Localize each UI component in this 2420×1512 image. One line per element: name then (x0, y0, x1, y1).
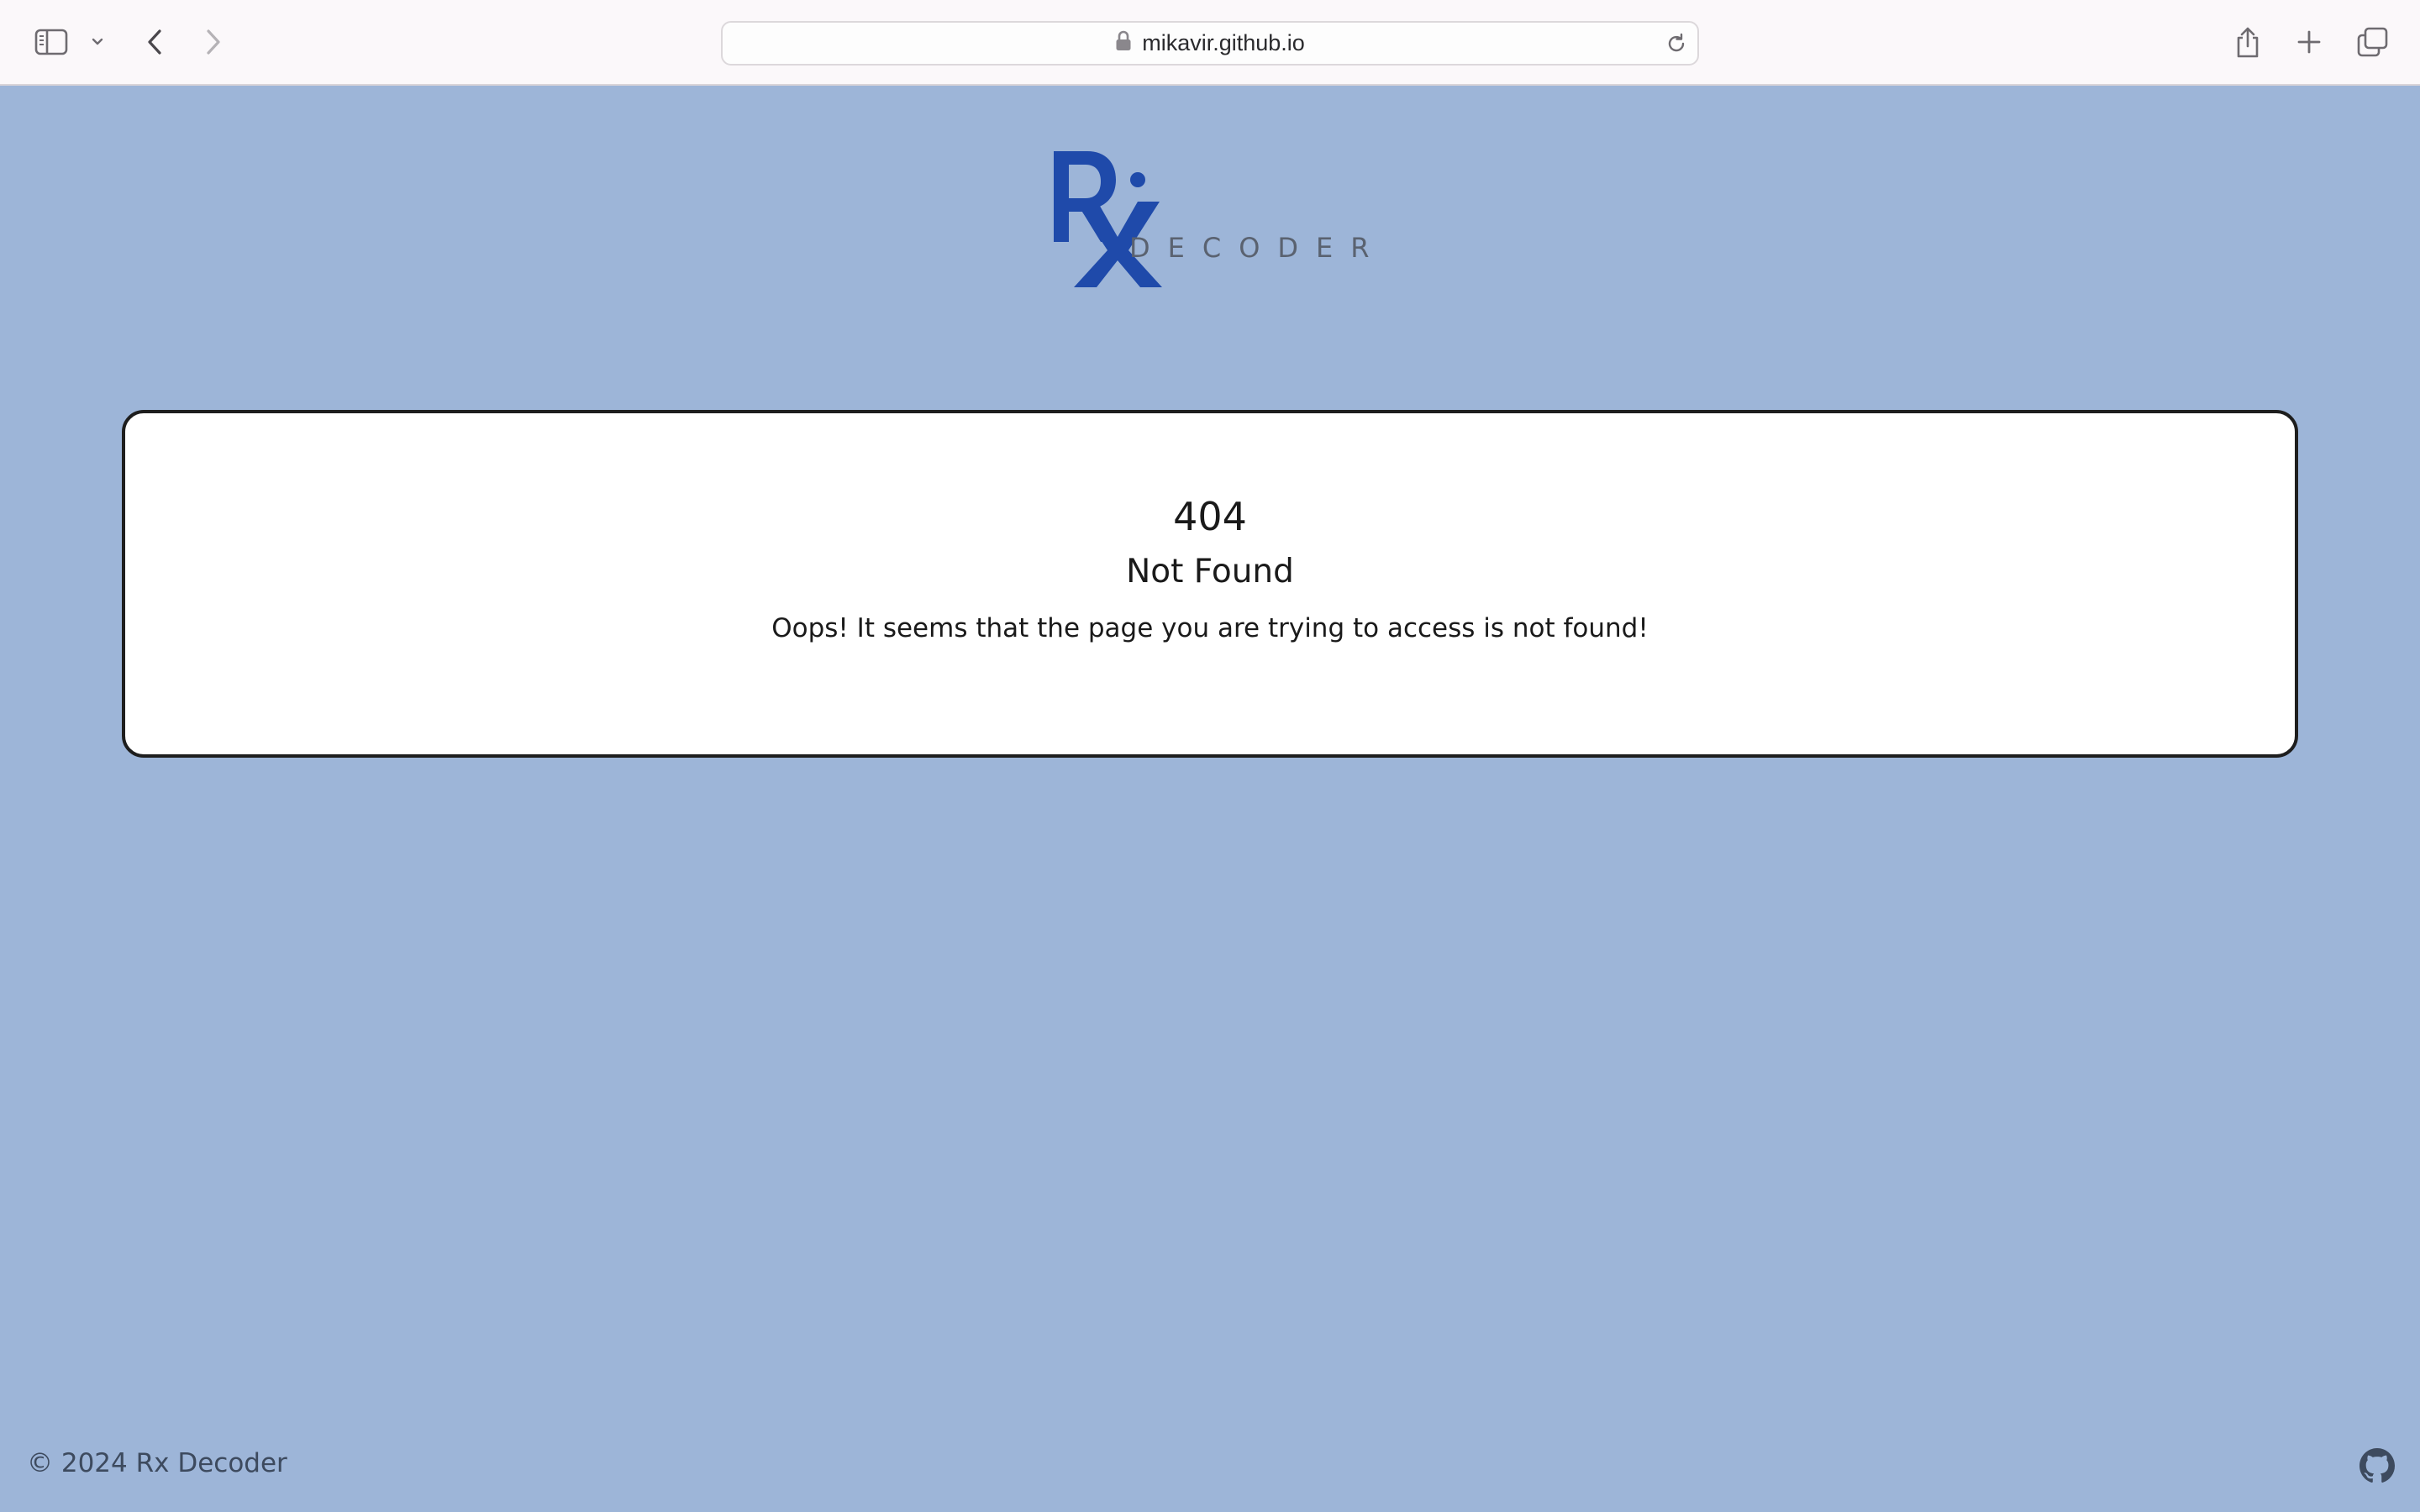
github-icon (2360, 1448, 2395, 1487)
github-link[interactable] (2360, 1448, 2395, 1483)
address-bar[interactable]: mikavir.github.io (721, 21, 1699, 66)
sidebar-toggle-button[interactable] (32, 25, 71, 59)
back-button[interactable] (138, 24, 171, 60)
back-arrow-icon (145, 28, 165, 56)
forward-arrow-icon (203, 28, 224, 56)
tabs-overview-icon (2357, 27, 2389, 57)
share-button[interactable] (2230, 24, 2265, 62)
logo-wordmark: DECODER (1129, 232, 1387, 264)
url-display: mikavir.github.io (1115, 30, 1305, 56)
lock-icon (1115, 30, 1132, 56)
chevron-down-icon (91, 37, 104, 47)
tab-group-menu-button[interactable] (87, 32, 108, 52)
rx-logo-mark (1054, 151, 1162, 287)
forward-button[interactable] (197, 24, 230, 60)
browser-toolbar: mikavir.github.io (0, 0, 2420, 86)
url-text: mikavir.github.io (1142, 30, 1305, 55)
rx-decoder-logo[interactable]: DECODER (1049, 143, 1376, 291)
tab-overview-button[interactable] (2354, 25, 2391, 59)
share-icon (2233, 26, 2262, 60)
error-card: 404 Not Found Oops! It seems that the pa… (122, 410, 2298, 758)
error-code: 404 (1173, 494, 1247, 539)
plus-icon (2296, 29, 2322, 55)
sidebar-icon (34, 29, 68, 55)
footer-copyright: © 2024 Rx Decoder (27, 1448, 287, 1478)
error-title: Not Found (1126, 553, 1294, 591)
reload-icon[interactable] (1664, 31, 1689, 60)
error-message: Oops! It seems that the page you are try… (771, 613, 1649, 643)
new-tab-button[interactable] (2292, 25, 2326, 59)
